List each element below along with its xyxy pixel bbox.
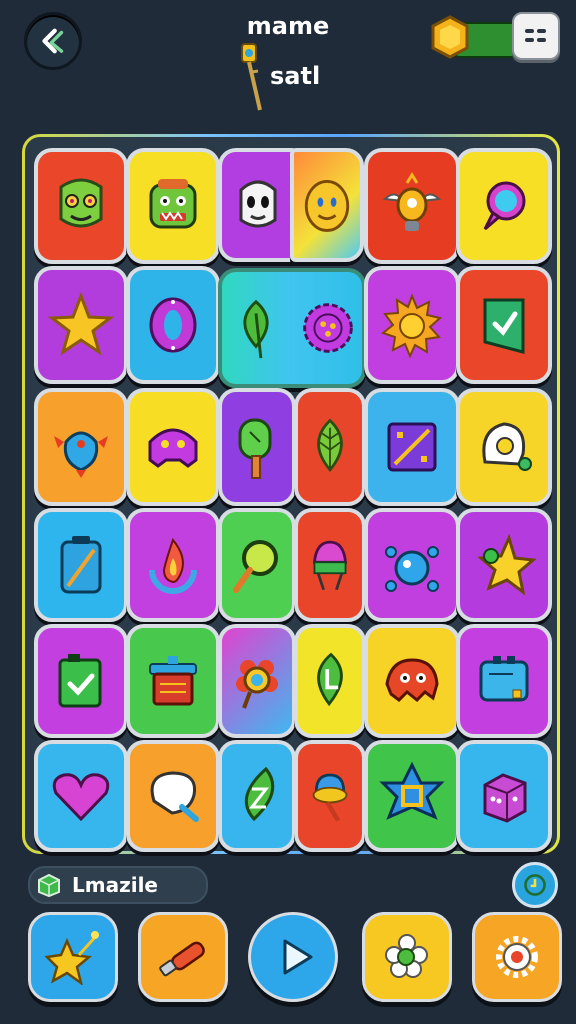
brush-button[interactable]: [138, 912, 228, 1002]
settings-button[interactable]: [472, 912, 562, 1002]
tile-magnifier[interactable]: [218, 508, 296, 622]
robot-bird-icon: [382, 172, 442, 231]
leaf-letter-icon: [317, 652, 343, 707]
tile-robot-bird[interactable]: [364, 148, 460, 264]
ghost-face-icon: [239, 180, 277, 228]
flame-icon: [149, 537, 197, 594]
tile-egg[interactable]: [456, 388, 552, 506]
flower-icon: [236, 660, 278, 709]
tile-speech-bubble[interactable]: [456, 148, 552, 264]
tile-bug[interactable]: [364, 508, 460, 622]
tile-zombie[interactable]: [34, 148, 128, 264]
magnifier-icon: [233, 540, 278, 593]
bug-icon: [385, 546, 439, 592]
star-icon: [47, 291, 115, 356]
tile-ice-cream[interactable]: [294, 740, 366, 852]
blob-icon: [385, 658, 439, 703]
smile-face-icon: [304, 180, 350, 232]
tile-leaf-gear-pair[interactable]: [218, 268, 366, 388]
tile-battery[interactable]: [34, 508, 128, 622]
leaf-letter-icon: [244, 766, 275, 822]
fish-icon: [54, 431, 108, 478]
clock-icon: [524, 874, 546, 896]
chest-icon: [149, 656, 197, 706]
tile-fish[interactable]: [34, 388, 128, 506]
menu-icon: [525, 29, 546, 42]
tile-heart[interactable]: [34, 740, 128, 852]
sun-icon: [380, 293, 443, 359]
tile-flower[interactable]: [218, 624, 296, 738]
star-frame-icon: [379, 761, 445, 820]
timer-button[interactable]: [512, 862, 558, 908]
footer-label: Lmazile: [72, 873, 158, 897]
tile-blob[interactable]: [364, 624, 460, 738]
menu-button[interactable]: [512, 12, 560, 60]
star-icon: [477, 533, 537, 596]
ring-icon: [149, 297, 197, 353]
tile-check-flag[interactable]: [456, 266, 552, 384]
tile-cupcake[interactable]: [294, 508, 366, 622]
leaf-icon: [317, 418, 343, 473]
gear-flower-icon: [303, 303, 353, 353]
footer-label-pill: Lmazile: [28, 866, 208, 904]
tile-star-purple[interactable]: [456, 508, 552, 622]
flower-gear-button[interactable]: [362, 912, 452, 1002]
tile-goblin[interactable]: [126, 148, 220, 264]
brush-icon: [159, 941, 205, 977]
tile-ring[interactable]: [126, 266, 220, 384]
tile-smile-face[interactable]: [290, 148, 364, 262]
tile-cube[interactable]: [456, 740, 552, 852]
tooth-icon: [150, 771, 199, 822]
battery-icon: [60, 536, 102, 594]
goblin-face-icon: [149, 179, 197, 229]
play-button[interactable]: [248, 912, 338, 1002]
zombie-face-icon: [59, 178, 103, 228]
tv-icon: [479, 656, 529, 702]
egg-icon: [482, 422, 532, 471]
green-box-icon: [38, 873, 60, 898]
tile-ghost-face[interactable]: [218, 148, 298, 262]
tile-leaf-letter-blue[interactable]: [218, 740, 296, 852]
play-icon: [283, 939, 313, 975]
tile-leaf-red[interactable]: [294, 388, 366, 506]
tile-check-bag[interactable]: [34, 624, 128, 738]
tile-sun[interactable]: [364, 266, 460, 384]
tile-leaf-letter[interactable]: [294, 624, 366, 738]
cupcake-icon: [312, 540, 348, 591]
slash-box-icon: [387, 422, 437, 472]
tile-critter[interactable]: [126, 388, 220, 506]
tile-popsicle[interactable]: [218, 388, 296, 506]
check-bag-icon: [58, 654, 102, 708]
ice-cream-icon: [312, 773, 348, 822]
star-wand-icon: [45, 931, 99, 985]
tile-tooth[interactable]: [126, 740, 220, 852]
check-flag-icon: [483, 298, 525, 354]
flower-gear-icon: [385, 934, 428, 978]
popsicle-icon: [238, 418, 272, 479]
gear-icon: [496, 936, 538, 978]
heart-icon: [52, 773, 110, 822]
tile-star-frame[interactable]: [364, 740, 460, 852]
critter-icon: [148, 428, 198, 468]
gold-coin-icon: [431, 15, 469, 59]
cube-icon: [483, 773, 527, 823]
tile-slash-box[interactable]: [364, 388, 460, 506]
star-wand-button[interactable]: [28, 912, 118, 1002]
tile-tv[interactable]: [456, 624, 552, 738]
leaf-icon: [243, 299, 269, 359]
tile-chest[interactable]: [126, 624, 220, 738]
top-bar: mame satl: [0, 0, 576, 120]
tile-flame[interactable]: [126, 508, 220, 622]
key-icon: [241, 43, 262, 111]
speech-bubble-icon: [483, 181, 526, 231]
level-name: satl: [270, 62, 321, 90]
tile-star[interactable]: [34, 266, 128, 384]
